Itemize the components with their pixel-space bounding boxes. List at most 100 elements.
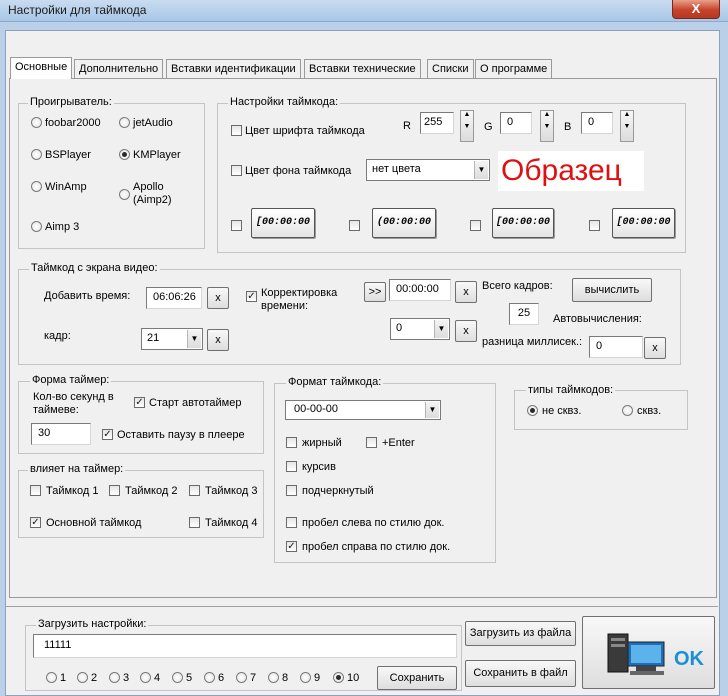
computer-icon <box>607 633 665 675</box>
load-settings-label: Загрузить настройки: <box>36 618 149 630</box>
tab-id-inserts[interactable]: Вставки идентификации <box>166 59 301 78</box>
calculate-button[interactable]: вычислить <box>572 278 652 302</box>
sample1-button[interactable]: [00:00:00 <box>251 208 315 238</box>
correction-frames-clear-button[interactable]: x <box>455 320 477 342</box>
enter-checkbox[interactable] <box>366 437 377 448</box>
slot-label-7: 7 <box>250 672 257 684</box>
bg-color-label: Цвет фона таймкода <box>245 165 352 177</box>
r-input[interactable]: 255 <box>420 112 454 134</box>
correction-frames-select[interactable]: 0 ▼ <box>390 318 450 340</box>
tab-main[interactable]: Основные <box>10 57 73 79</box>
g-input[interactable]: 0 <box>500 112 532 134</box>
save-button[interactable]: Сохранить <box>377 666 457 690</box>
slot-radio-2[interactable] <box>77 672 88 683</box>
radio-non-seq[interactable] <box>527 405 538 416</box>
correction-checkbox[interactable]: ✓ <box>246 291 257 302</box>
space-right-label: пробел справа по стилю док. <box>302 541 451 553</box>
g-spinner[interactable]: ▲ ▼ <box>540 110 554 142</box>
sample4-button[interactable]: [00:00:00 <box>612 208 675 238</box>
autostart-label: Старт автотаймер <box>149 397 242 409</box>
radio-aimp3[interactable] <box>31 221 42 232</box>
tc4-checkbox[interactable] <box>189 517 200 528</box>
down-arrow-icon: ▼ <box>543 123 551 130</box>
italic-label: курсив <box>302 461 336 473</box>
ms-diff-clear-button[interactable]: x <box>644 337 666 359</box>
tc3-checkbox[interactable] <box>189 485 200 496</box>
ms-diff-input[interactable]: 0 <box>589 336 643 358</box>
format-label: Формат таймкода: <box>286 376 384 388</box>
radio-jetaudio[interactable] <box>119 117 130 128</box>
sample1-checkbox[interactable] <box>231 220 242 231</box>
tab-lists[interactable]: Списки <box>427 59 474 78</box>
bold-checkbox[interactable] <box>286 437 297 448</box>
format-select[interactable]: 00-00-00 ▼ <box>285 400 441 420</box>
radio-foobar2000[interactable] <box>31 117 42 128</box>
settings-name-input[interactable]: 11111 <box>33 634 457 658</box>
slot-label-5: 5 <box>186 672 193 684</box>
sample2-button[interactable]: (00:00:00 <box>372 208 436 238</box>
tc1-checkbox[interactable] <box>30 485 41 496</box>
sample3-checkbox[interactable] <box>470 220 481 231</box>
slot-label-6: 6 <box>218 672 225 684</box>
total-frames-input[interactable]: 25 <box>509 303 539 325</box>
radio-bsplayer[interactable] <box>31 149 42 160</box>
tab-tech-inserts[interactable]: Вставки технические <box>304 59 421 78</box>
radio-seq-label: сквз. <box>637 405 662 417</box>
add-time-input[interactable]: 06:06:26 <box>146 287 202 309</box>
radio-winamp-label: WinAmp <box>45 181 87 193</box>
frame-select-value: 21 <box>147 332 160 344</box>
enter-label: +Enter <box>382 437 415 449</box>
slot-radio-3[interactable] <box>109 672 120 683</box>
main-tc-checkbox[interactable]: ✓ <box>30 517 41 528</box>
space-right-checkbox[interactable]: ✓ <box>286 541 297 552</box>
b-spinner[interactable]: ▲ ▼ <box>620 110 634 142</box>
correction-input[interactable]: 00:00:00 <box>389 279 451 301</box>
bottom-separator <box>6 606 718 607</box>
slot-radio-5[interactable] <box>172 672 183 683</box>
radio-apollo[interactable] <box>119 189 130 200</box>
sample2-checkbox[interactable] <box>349 220 360 231</box>
underline-checkbox[interactable] <box>286 485 297 496</box>
add-time-clear-button[interactable]: x <box>207 287 229 309</box>
r-spinner[interactable]: ▲ ▼ <box>460 110 474 142</box>
bg-color-checkbox[interactable] <box>231 165 242 176</box>
underline-label: подчеркнутый <box>302 485 374 497</box>
slot-label-4: 4 <box>154 672 161 684</box>
autostart-checkbox[interactable]: ✓ <box>134 397 145 408</box>
sample4-checkbox[interactable] <box>589 220 600 231</box>
italic-checkbox[interactable] <box>286 461 297 472</box>
correction-clear-button[interactable]: x <box>455 281 477 303</box>
main-tc-label: Основной таймкод <box>46 517 142 529</box>
frame-select[interactable]: 21 ▼ <box>141 328 203 350</box>
radio-bsplayer-label: BSPlayer <box>45 149 91 161</box>
font-color-checkbox[interactable] <box>231 125 242 136</box>
shift-button[interactable]: >> <box>364 282 386 302</box>
tab-additional[interactable]: Дополнительно <box>74 59 164 78</box>
radio-winamp[interactable] <box>31 181 42 192</box>
seconds-input[interactable]: 30 <box>31 423 91 445</box>
frame-clear-button[interactable]: x <box>207 329 229 351</box>
save-to-file-button[interactable]: Сохранить в файл <box>465 660 576 687</box>
slot-radio-9[interactable] <box>300 672 311 683</box>
bg-color-select[interactable]: нет цвета ▼ <box>366 159 490 181</box>
sample3-button[interactable]: [00:00:00 <box>492 208 554 238</box>
pause-checkbox[interactable]: ✓ <box>102 429 113 440</box>
close-button[interactable]: X <box>672 0 720 19</box>
slot-radio-4[interactable] <box>140 672 151 683</box>
radio-kmplayer[interactable] <box>119 149 130 160</box>
load-from-file-button[interactable]: Загрузить из файла <box>465 621 576 646</box>
b-input[interactable]: 0 <box>581 112 613 134</box>
format-select-value: 00-00-00 <box>294 403 339 415</box>
tab-about[interactable]: О программе <box>475 59 553 78</box>
radio-foobar2000-label: foobar2000 <box>45 117 101 129</box>
correction-frames-value: 0 <box>396 322 403 334</box>
dropdown-arrow-icon: ▼ <box>425 402 439 418</box>
slot-radio-10[interactable] <box>333 672 344 683</box>
slot-radio-6[interactable] <box>204 672 215 683</box>
slot-radio-8[interactable] <box>268 672 279 683</box>
space-left-checkbox[interactable] <box>286 517 297 528</box>
slot-radio-7[interactable] <box>236 672 247 683</box>
slot-radio-1[interactable] <box>46 672 57 683</box>
tc2-checkbox[interactable] <box>109 485 120 496</box>
radio-seq[interactable] <box>622 405 633 416</box>
